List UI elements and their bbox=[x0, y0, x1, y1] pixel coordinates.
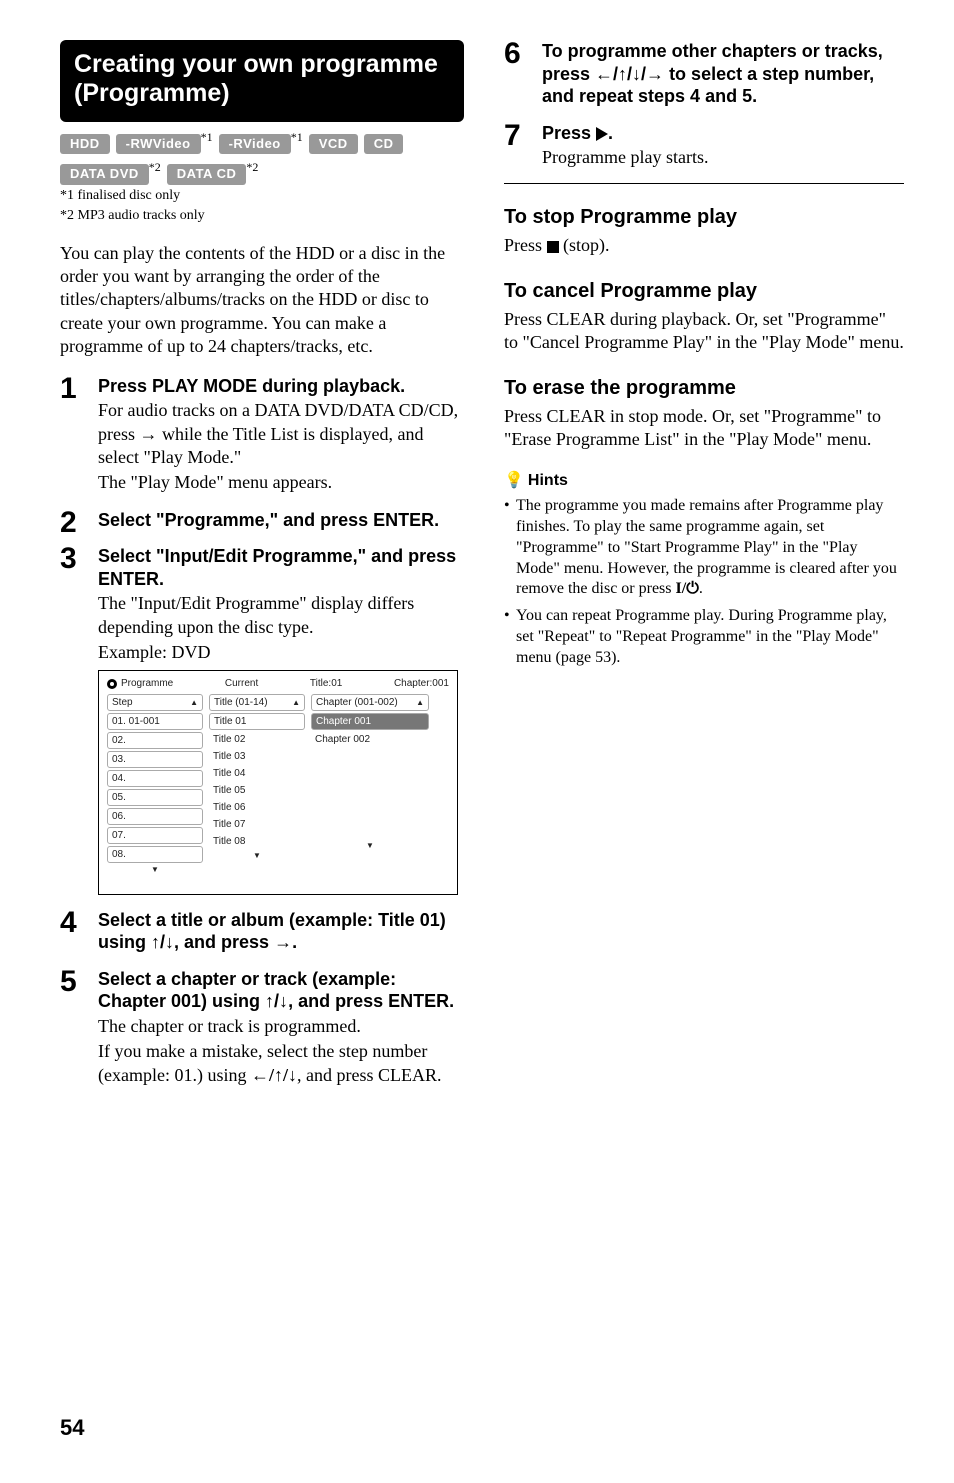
arrow-right-icon: → bbox=[140, 424, 158, 444]
badge-cd: CD bbox=[364, 134, 404, 155]
prog-col3-r0: Chapter 001 bbox=[311, 713, 429, 730]
step-3: 3 Select "Input/Edit Programme," and pre… bbox=[60, 545, 464, 895]
prog-title-no: Title:01 bbox=[310, 677, 342, 690]
step-5-body-2: If you make a mistake, select the step n… bbox=[98, 1040, 464, 1087]
prog-col2-r2: Title 03 bbox=[209, 749, 305, 764]
step-7-number: 7 bbox=[504, 116, 521, 155]
badge-hdd: HDD bbox=[60, 134, 110, 155]
cancel-body: Press CLEAR during playback. Or, set "Pr… bbox=[504, 308, 904, 355]
prog-col2-r4: Title 05 bbox=[209, 783, 305, 798]
arrow-right-icon: → bbox=[274, 932, 292, 952]
badge-datacd: DATA CD bbox=[167, 164, 247, 185]
prog-chapter-no: Chapter:001 bbox=[394, 677, 449, 690]
programme-list-screenshot: Programme Current Title:01 Chapter:001 S… bbox=[98, 670, 458, 894]
step-7: 7 Press . Programme play starts. bbox=[504, 122, 904, 170]
stop-icon bbox=[547, 241, 559, 253]
step-1-number: 1 bbox=[60, 369, 77, 408]
step-4-heading: Select a title or album (example: Title … bbox=[98, 909, 464, 954]
prog-current: Current bbox=[225, 677, 258, 690]
play-icon bbox=[596, 127, 608, 141]
step-6-number: 6 bbox=[504, 34, 521, 73]
cancel-heading: To cancel Programme play bbox=[504, 278, 904, 304]
step-5-heading: Select a chapter or track (example: Chap… bbox=[98, 968, 464, 1013]
prog-col1-r1: 02. bbox=[107, 732, 203, 749]
erase-body: Press CLEAR in stop mode. Or, set "Progr… bbox=[504, 405, 904, 452]
prog-title: Programme bbox=[121, 677, 173, 690]
prog-col2-r3: Title 04 bbox=[209, 766, 305, 781]
hint-2: You can repeat Programme play. During Pr… bbox=[504, 606, 904, 668]
intro-paragraph: You can play the contents of the HDD or … bbox=[60, 242, 464, 359]
step-6: 6 To programme other chapters or tracks,… bbox=[504, 40, 904, 108]
disc-type-badges-row2: DATA DVD*2 DATA CD*2 bbox=[60, 160, 464, 185]
step-6-heading: To programme other chapters or tracks, p… bbox=[542, 40, 904, 108]
erase-heading: To erase the programme bbox=[504, 375, 904, 401]
step-5: 5 Select a chapter or track (example: Ch… bbox=[60, 968, 464, 1087]
step-1-body: For audio tracks on a DATA DVD/DATA CD/C… bbox=[98, 399, 464, 469]
step-7-body: Programme play starts. bbox=[542, 146, 904, 169]
hint-1: The programme you made remains after Pro… bbox=[504, 496, 904, 600]
arrow-leftupdown-icon: ←/↑/↓ bbox=[251, 1065, 297, 1085]
step-3-body-1: The "Input/Edit Programme" display diffe… bbox=[98, 592, 464, 639]
prog-col2-r6: Title 07 bbox=[209, 817, 305, 832]
step-3-number: 3 bbox=[60, 539, 77, 578]
bulb-icon: 💡 bbox=[504, 472, 524, 489]
step-1: 1 Press PLAY MODE during playback. For a… bbox=[60, 375, 464, 495]
step-7-heading: Press . bbox=[542, 122, 904, 145]
badge-rwvideo-note: *1 bbox=[201, 130, 213, 144]
prog-col2-r5: Title 06 bbox=[209, 800, 305, 815]
prog-col2-r7: Title 08 bbox=[209, 834, 305, 849]
hints-label: 💡Hints bbox=[504, 471, 904, 492]
step-4: 4 Select a title or album (example: Titl… bbox=[60, 909, 464, 954]
arrow-all-icon: ←/↑/↓/→ bbox=[595, 64, 664, 84]
footnote-2: *2 MP3 audio tracks only bbox=[60, 207, 464, 225]
step-2-heading: Select "Programme," and press ENTER. bbox=[98, 509, 464, 532]
prog-col1-r7: 08. bbox=[107, 846, 203, 863]
prog-col1-r6: 07. bbox=[107, 827, 203, 844]
footnote-1: *1 finalised disc only bbox=[60, 187, 464, 205]
prog-col2-head: Title (01-14)▲ bbox=[209, 694, 305, 711]
badge-vcd: VCD bbox=[309, 134, 358, 155]
prog-col1-r5: 06. bbox=[107, 808, 203, 825]
step-1-heading: Press PLAY MODE during playback. bbox=[98, 375, 464, 398]
page-number: 54 bbox=[60, 1414, 84, 1443]
step-1-body-2: The "Play Mode" menu appears. bbox=[98, 471, 464, 494]
step-3-body-2: Example: DVD bbox=[98, 641, 464, 664]
badge-rwvideo: -RWVideo bbox=[116, 134, 201, 155]
prog-col1-head: Step▲ bbox=[107, 694, 203, 711]
badge-rvideo-note: *1 bbox=[291, 130, 303, 144]
prog-col1-r4: 05. bbox=[107, 789, 203, 806]
prog-col2-r1: Title 02 bbox=[209, 732, 305, 747]
prog-col1-r2: 03. bbox=[107, 751, 203, 768]
prog-col3-r1: Chapter 002 bbox=[311, 732, 429, 747]
badge-datacd-note: *2 bbox=[246, 160, 258, 174]
step-3-heading: Select "Input/Edit Programme," and press… bbox=[98, 545, 464, 590]
step-2: 2 Select "Programme," and press ENTER. bbox=[60, 509, 464, 532]
disc-icon bbox=[107, 679, 117, 689]
power-icon: I/⏻ bbox=[676, 580, 699, 597]
badge-rvideo: -RVideo bbox=[219, 134, 291, 155]
badge-datadvd: DATA DVD bbox=[60, 164, 149, 185]
disc-type-badges: HDD -RWVideo*1 -RVideo*1 VCD CD bbox=[60, 130, 464, 155]
prog-col1-r0: 01. 01-001 bbox=[107, 713, 203, 730]
arrow-updown-icon: ↑/↓ bbox=[151, 932, 174, 952]
step-4-number: 4 bbox=[60, 903, 77, 942]
badge-datadvd-note: *2 bbox=[149, 160, 161, 174]
prog-col3-head: Chapter (001-002)▲ bbox=[311, 694, 429, 711]
stop-heading: To stop Programme play bbox=[504, 204, 904, 230]
stop-body: Press (stop). bbox=[504, 234, 904, 257]
section-title-text: Creating your own programme (Programme) bbox=[74, 50, 450, 108]
arrow-updown-icon: ↑/↓ bbox=[265, 991, 288, 1011]
section-title: Creating your own programme (Programme) bbox=[60, 40, 464, 122]
divider bbox=[504, 183, 904, 184]
prog-col2-r0: Title 01 bbox=[209, 713, 305, 730]
step-2-number: 2 bbox=[60, 503, 77, 542]
step-5-number: 5 bbox=[60, 962, 77, 1001]
step-5-body-1: The chapter or track is programmed. bbox=[98, 1015, 464, 1038]
prog-col1-r3: 04. bbox=[107, 770, 203, 787]
